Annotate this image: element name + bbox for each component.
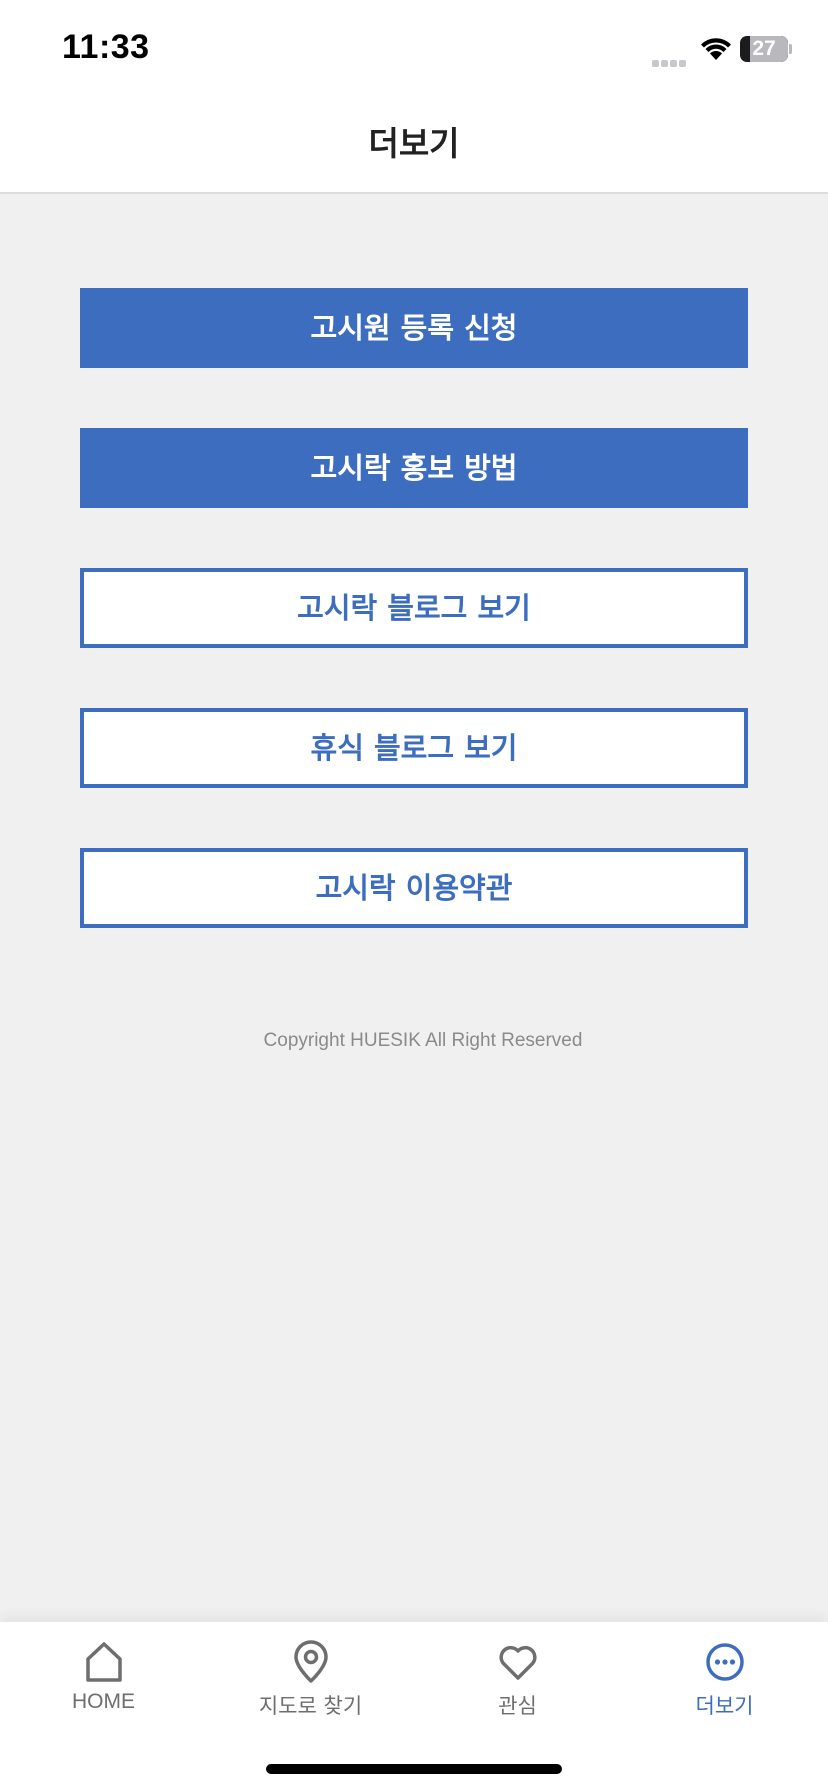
battery-icon: 27 [740, 36, 792, 62]
status-time: 11:33 [62, 28, 150, 66]
screen: 11:33 27 더보기 고시원 등록 신청 고시락 홍보 방법 고시락 블로그… [0, 0, 828, 1792]
register-gosiwon-button[interactable]: 고시원 등록 신청 [80, 288, 748, 368]
tab-home-label: HOME [72, 1690, 135, 1713]
battery-level: 27 [752, 37, 776, 60]
tab-favorites[interactable]: 관심 [414, 1622, 621, 1732]
wifi-icon [701, 38, 731, 60]
signal-icon [652, 52, 692, 67]
home-icon [86, 1642, 122, 1682]
promotion-method-button[interactable]: 고시락 홍보 방법 [80, 428, 748, 508]
tab-home[interactable]: HOME [0, 1622, 207, 1732]
gosirak-blog-button[interactable]: 고시락 블로그 보기 [80, 568, 748, 648]
terms-of-use-button[interactable]: 고시락 이용약관 [80, 848, 748, 928]
tab-map-search-label: 지도로 찾기 [258, 1694, 363, 1718]
map-pin-icon [294, 1640, 328, 1683]
tab-more[interactable]: 더보기 [621, 1622, 828, 1732]
more-icon [706, 1643, 744, 1681]
tab-map-search[interactable]: 지도로 찾기 [207, 1622, 414, 1732]
heart-icon [499, 1645, 537, 1680]
status-bar: 11:33 27 [0, 0, 828, 96]
home-indicator [266, 1764, 562, 1774]
tab-more-label: 더보기 [695, 1694, 754, 1718]
page-title: 더보기 [368, 124, 460, 163]
copyright-text: Copyright HUESIK All Right Reserved [263, 1030, 583, 1051]
tab-favorites-label: 관심 [498, 1694, 537, 1718]
nav-header: 더보기 [0, 96, 828, 194]
huesik-blog-button[interactable]: 휴식 블로그 보기 [80, 708, 748, 788]
